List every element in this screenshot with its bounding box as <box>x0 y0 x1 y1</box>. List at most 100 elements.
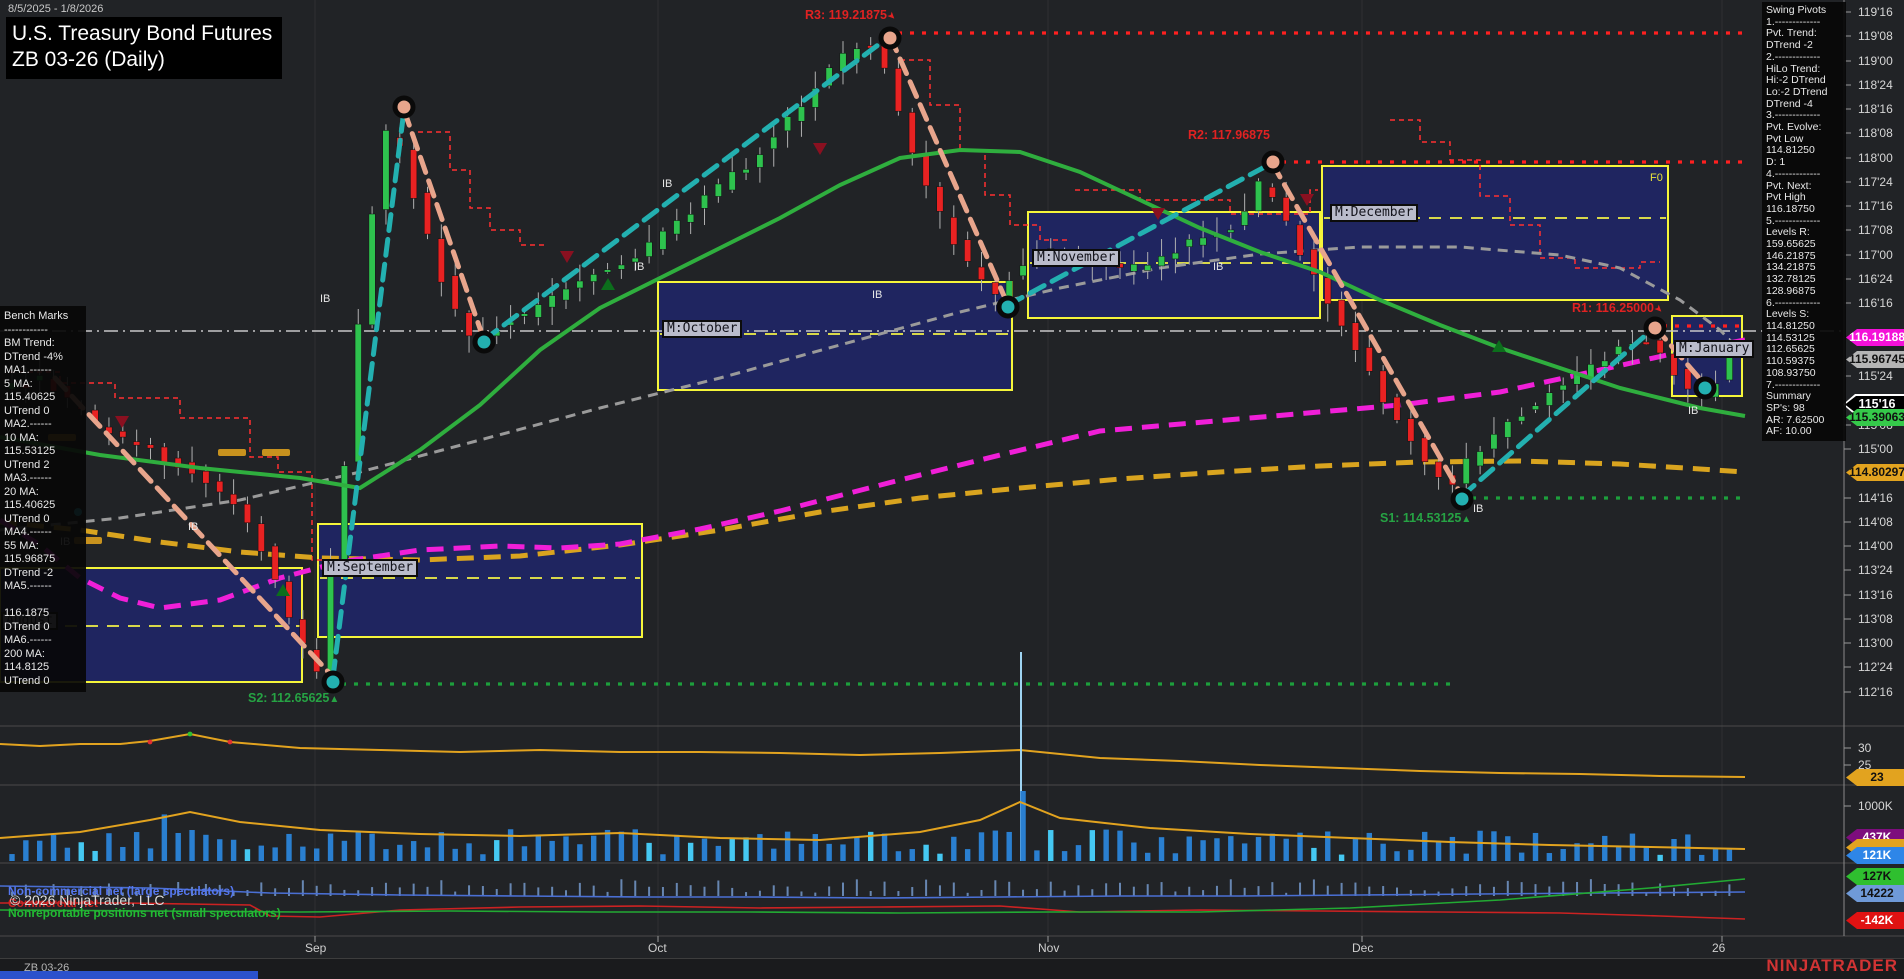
benchmarks-line: 115.40625 <box>4 499 84 513</box>
benchmarks-line: 115.96875 <box>4 553 84 567</box>
benchmarks-line: UTrend 0 <box>4 513 84 527</box>
time-axis-label: Oct <box>648 941 667 955</box>
benchmarks-line: 200 MA: <box>4 648 84 662</box>
swing-pivots-line: SP's: 98 <box>1766 403 1844 415</box>
price-badge: 115.39063 <box>1846 409 1904 426</box>
pivot-arrow-icon: ▲ <box>1461 514 1471 525</box>
ib-marker-label: IB <box>662 178 672 190</box>
benchmarks-line: UTrend 0 <box>4 675 84 689</box>
time-axis-label: Dec <box>1352 941 1373 955</box>
month-box-label: M:September <box>322 559 418 577</box>
pivot-level-label: R1: 116.25000➤ <box>1572 301 1662 315</box>
pivot-level-label: S2: 112.65625▲ <box>248 691 339 705</box>
price-tick: 115'00 <box>1858 442 1893 456</box>
price-tick: 113'08 <box>1858 612 1893 626</box>
price-tick: 117'00 <box>1858 248 1893 262</box>
price-tick: 112'16 <box>1858 685 1893 699</box>
price-badge: 116.19188 <box>1846 329 1904 346</box>
benchmarks-line: DTrend -4% <box>4 351 84 365</box>
chart-title: U.S. Treasury Bond Futures ZB 03-26 (Dai… <box>6 17 282 79</box>
month-box-label: M:January <box>1674 340 1754 358</box>
ib-marker-label: IB <box>1213 261 1223 273</box>
benchmarks-line: DTrend -2 <box>4 567 84 581</box>
price-badge: 115.96745 <box>1846 351 1904 368</box>
time-axis-label: Nov <box>1038 941 1059 955</box>
ib-marker-label: IB <box>872 289 882 301</box>
month-box-label: M:November <box>1032 249 1120 267</box>
benchmarks-line: 10 MA: <box>4 432 84 446</box>
benchmarks-line: 115.53125 <box>4 445 84 459</box>
price-tick: 117'16 <box>1858 199 1893 213</box>
chart-title-line2: ZB 03-26 (Daily) <box>12 47 272 73</box>
price-tick: 118'24 <box>1858 78 1893 92</box>
benchmarks-line: ------------ <box>4 324 84 338</box>
price-tick: 117'24 <box>1858 175 1893 189</box>
time-axis-label: Sep <box>305 941 326 955</box>
month-box-label: M:October <box>662 320 742 338</box>
price-tick: 30 <box>1858 741 1871 755</box>
pivot-level-label: R3: 119.21875➤ <box>805 8 895 22</box>
cot-badge: -142K <box>1846 912 1904 929</box>
price-tick: 119'16 <box>1858 5 1893 19</box>
swing-pivots-line: Pvt. Evolve: <box>1766 122 1844 134</box>
benchmarks-line: 20 MA: <box>4 486 84 500</box>
price-chart-canvas[interactable] <box>0 0 1904 979</box>
copyright-label: © 2026 NinjaTrader, LLC <box>10 892 165 908</box>
price-tick: 118'00 <box>1858 151 1893 165</box>
volume-badge: 121K <box>1846 847 1904 864</box>
swing-pivots-line: AF: 10.00 <box>1766 426 1844 438</box>
price-tick: 113'24 <box>1858 563 1893 577</box>
swing-pivots-line: 4.------------- <box>1766 169 1844 181</box>
price-tick: 112'24 <box>1858 660 1893 674</box>
benchmarks-line: MA4.------ <box>4 526 84 540</box>
benchmarks-line: Bench Marks <box>4 310 84 324</box>
swing-pivots-line: 2.------------- <box>1766 52 1844 64</box>
benchmarks-line: 114.8125 <box>4 661 84 675</box>
price-tick: 113'16 <box>1858 588 1893 602</box>
pivot-arrow-icon: ▲ <box>329 694 339 705</box>
benchmarks-line: 115.40625 <box>4 391 84 405</box>
price-badge: 114.80297 <box>1846 464 1904 481</box>
ib-marker-label: IB <box>1688 405 1698 417</box>
swing-pivots-line: 128.96875 <box>1766 286 1844 298</box>
benchmarks-line: MA5.------ <box>4 580 84 594</box>
price-tick: 115'24 <box>1858 369 1893 383</box>
benchmarks-line: 55 MA: <box>4 540 84 554</box>
benchmarks-line: MA6.------ <box>4 634 84 648</box>
pivot-level-label: R2: 117.96875 <box>1188 128 1270 142</box>
swing-pivots-panel: Swing Pivots1.-------------Pvt. Trend:DT… <box>1762 2 1846 441</box>
benchmarks-line: UTrend 0 <box>4 405 84 419</box>
status-bar <box>0 958 1904 979</box>
benchmarks-line: UTrend 2 <box>4 459 84 473</box>
benchmarks-line: MA1.------ <box>4 364 84 378</box>
chart-title-line1: U.S. Treasury Bond Futures <box>12 21 272 47</box>
price-tick: 114'00 <box>1858 539 1893 553</box>
pivot-level-label: S1: 114.53125▲ <box>1380 511 1471 525</box>
swing-pivots-line: 159.65625 <box>1766 239 1844 251</box>
ib-marker-label: IB <box>634 261 644 273</box>
swing-pivots-line: 116.18750 <box>1766 204 1844 216</box>
price-tick: 116'24 <box>1858 272 1893 286</box>
time-axis-label: 26 <box>1712 941 1725 955</box>
price-tick: 1000K <box>1858 799 1893 813</box>
cot-badge: 127K <box>1846 868 1904 885</box>
price-tick: 116'16 <box>1858 296 1893 310</box>
price-tick: 118'08 <box>1858 126 1893 140</box>
benchmarks-line: 116.1875 <box>4 607 84 621</box>
cot-badge: 14222 <box>1846 885 1904 902</box>
benchmarks-line: 5 MA: <box>4 378 84 392</box>
swing-pivots-line: 108.93750 <box>1766 368 1844 380</box>
month-box-label: M:December <box>1330 204 1418 222</box>
f0-label: F0 <box>1650 172 1663 184</box>
benchmarks-line: MA2.------ <box>4 418 84 432</box>
price-tick: 113'00 <box>1858 636 1893 650</box>
price-tick: 114'16 <box>1858 491 1893 505</box>
cot-legend-label: Nonreportable positions net (small specu… <box>8 906 281 920</box>
benchmarks-line: MA3.------ <box>4 472 84 486</box>
price-tick: 119'08 <box>1858 29 1893 43</box>
swing-pivots-line: 114.81250 <box>1766 321 1844 333</box>
ib-marker-label: IB <box>320 293 330 305</box>
ib-marker-label: IB <box>1473 503 1483 515</box>
date-range-label: 8/5/2025 - 1/8/2026 <box>8 3 103 15</box>
price-tick: 117'08 <box>1858 223 1893 237</box>
